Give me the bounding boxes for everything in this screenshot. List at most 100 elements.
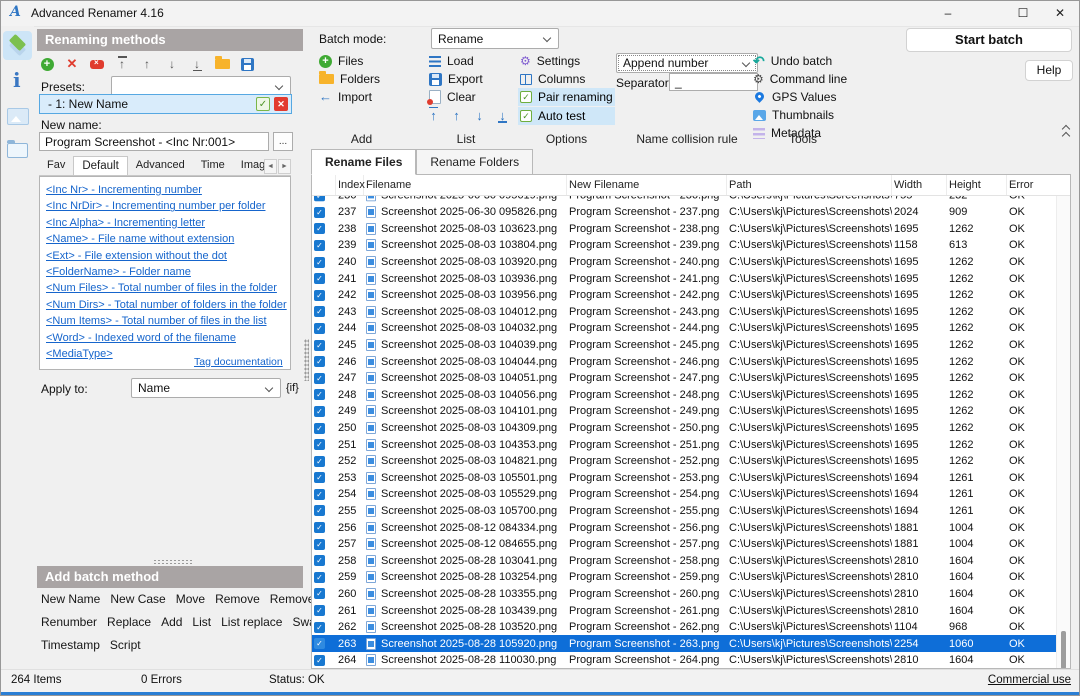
table-row[interactable]: ✓239Screenshot 2025-08-03 103804.pngProg… <box>312 237 1070 254</box>
add-method-script[interactable]: Script <box>110 638 141 652</box>
sidebar-item-methods[interactable] <box>3 31 32 60</box>
tag-link[interactable]: <Num Items> - Total number of files in t… <box>46 313 284 329</box>
row-checkbox[interactable]: ✓ <box>314 505 325 516</box>
new-name-input[interactable]: Program Screenshot - <Inc Nr:001> <box>39 132 269 151</box>
tag-tab-advanced[interactable]: Advanced <box>128 156 193 175</box>
separator-input[interactable]: _ <box>669 73 758 91</box>
column-header-new-filename[interactable]: New Filename <box>567 175 727 195</box>
tag-link[interactable]: <Word> - Indexed word of the filename <box>46 330 284 346</box>
table-row[interactable]: ✓246Screenshot 2025-08-03 104044.pngProg… <box>312 353 1070 370</box>
save-preset-button[interactable] <box>239 56 255 72</box>
table-row[interactable]: ✓260Screenshot 2025-08-28 103355.pngProg… <box>312 586 1070 603</box>
table-row[interactable]: ✓259Screenshot 2025-08-28 103254.pngProg… <box>312 569 1070 586</box>
table-row[interactable]: ✓257Screenshot 2025-08-12 084655.pngProg… <box>312 536 1070 553</box>
tag-link[interactable]: <Inc Alpha> - Incrementing letter <box>46 215 284 231</box>
table-row[interactable]: ✓244Screenshot 2025-08-03 104032.pngProg… <box>312 320 1070 337</box>
row-checkbox[interactable]: ✓ <box>314 356 325 367</box>
row-checkbox[interactable]: ✓ <box>314 655 325 666</box>
add-method-new-name[interactable]: New Name <box>41 592 100 606</box>
apply-to-select[interactable]: Name <box>131 378 281 398</box>
table-row[interactable]: ✓252Screenshot 2025-08-03 104821.pngProg… <box>312 453 1070 470</box>
info-icon[interactable]: i <box>13 70 21 90</box>
row-checkbox[interactable]: ✓ <box>314 196 325 201</box>
tab-rename-files[interactable]: Rename Files <box>311 149 416 175</box>
collapse-toolbar-icon[interactable] <box>1059 125 1073 139</box>
settings-button[interactable]: ⚙Settings <box>520 53 580 69</box>
tag-link[interactable]: <Ext> - File extension without the dot <box>46 248 284 264</box>
table-row[interactable]: ✓261Screenshot 2025-08-28 103439.pngProg… <box>312 602 1070 619</box>
presets-select[interactable] <box>111 76 291 96</box>
remove-all-methods-button[interactable] <box>89 56 105 72</box>
table-row[interactable]: ✓249Screenshot 2025-08-03 104101.pngProg… <box>312 403 1070 420</box>
add-method-list-replace[interactable]: List replace <box>221 615 282 629</box>
undo-batch-button[interactable]: ↶Undo batch <box>753 53 832 69</box>
collision-rule-select[interactable]: Append number <box>616 53 758 73</box>
vertical-splitter[interactable] <box>304 339 309 381</box>
gps-values-button[interactable]: GPS Values <box>753 89 836 105</box>
row-checkbox[interactable]: ✓ <box>314 522 325 533</box>
horizontal-splitter[interactable] <box>153 559 193 564</box>
column-header-width[interactable]: Width <box>892 175 947 195</box>
column-header-index[interactable]: Index <box>336 175 364 195</box>
table-row[interactable]: ✓253Screenshot 2025-08-03 105501.pngProg… <box>312 470 1070 487</box>
row-checkbox[interactable]: ✓ <box>314 240 325 251</box>
maximize-button[interactable]: ☐ <box>1004 1 1042 26</box>
table-row[interactable]: ✓245Screenshot 2025-08-03 104039.pngProg… <box>312 337 1070 354</box>
table-row[interactable]: ✓262Screenshot 2025-08-28 103520.pngProg… <box>312 619 1070 636</box>
table-row[interactable]: ✓254Screenshot 2025-08-03 105529.pngProg… <box>312 486 1070 503</box>
row-checkbox[interactable]: ✓ <box>314 489 325 500</box>
row-checkbox[interactable]: ✓ <box>314 389 325 400</box>
close-button[interactable]: ✕ <box>1041 1 1079 26</box>
row-checkbox[interactable]: ✓ <box>314 223 325 234</box>
row-checkbox[interactable]: ✓ <box>314 588 325 599</box>
batch-mode-select[interactable]: Rename <box>431 28 559 49</box>
row-checkbox[interactable]: ✓ <box>314 555 325 566</box>
row-checkbox[interactable]: ✓ <box>314 373 325 384</box>
add-method-renumber[interactable]: Renumber <box>41 615 97 629</box>
add-method-remove[interactable]: Remove <box>215 592 260 606</box>
move-method-down-button[interactable]: ↓ <box>164 56 180 72</box>
table-row[interactable]: ✓247Screenshot 2025-08-03 104051.pngProg… <box>312 370 1070 387</box>
column-header-filename[interactable]: Filename <box>364 175 567 195</box>
move-bottom-button[interactable]: ↓ <box>496 108 509 123</box>
load-list-button[interactable]: Load <box>429 53 474 69</box>
tag-link[interactable]: <Num Dirs> - Total number of folders in … <box>46 297 284 313</box>
table-row[interactable]: ✓251Screenshot 2025-08-03 104353.pngProg… <box>312 436 1070 453</box>
row-checkbox[interactable]: ✓ <box>314 207 325 218</box>
tag-link[interactable]: <Num Files> - Total number of files in t… <box>46 280 284 296</box>
tag-link[interactable]: <Name> - File name without extension <box>46 231 284 247</box>
row-checkbox[interactable]: ✓ <box>314 622 325 633</box>
vertical-scrollbar[interactable] <box>1056 195 1070 668</box>
row-checkbox[interactable]: ✓ <box>314 257 325 268</box>
table-row[interactable]: ✓238Screenshot 2025-08-03 103623.pngProg… <box>312 221 1070 238</box>
table-row[interactable]: ✓236Screenshot 2025-06-30 095619.pngProg… <box>312 196 1070 204</box>
columns-button[interactable]: Columns <box>520 71 585 87</box>
start-batch-button[interactable]: Start batch <box>906 28 1072 52</box>
tag-link[interactable]: <FolderName> - Folder name <box>46 264 284 280</box>
tag-documentation-link[interactable]: Tag documentation <box>194 356 283 692</box>
scrollbar-thumb[interactable] <box>1061 631 1066 669</box>
add-folders-button[interactable]: Folders <box>319 71 380 87</box>
add-method-new-case[interactable]: New Case <box>110 592 165 606</box>
method-enabled-checkbox[interactable]: ✓ <box>256 97 270 111</box>
column-header-height[interactable]: Height <box>947 175 1007 195</box>
commercial-use-link[interactable]: Commercial use <box>988 674 1071 686</box>
row-checkbox[interactable]: ✓ <box>314 638 325 649</box>
row-checkbox[interactable]: ✓ <box>314 572 325 583</box>
auto-test-checkbox[interactable]: ✓Auto test <box>518 107 615 125</box>
row-checkbox[interactable]: ✓ <box>314 456 325 467</box>
method-remove-button[interactable]: ✕ <box>274 97 288 111</box>
row-checkbox[interactable]: ✓ <box>314 323 325 334</box>
table-row[interactable]: ✓256Screenshot 2025-08-12 084334.pngProg… <box>312 519 1070 536</box>
folder-panel-icon[interactable] <box>7 143 28 158</box>
help-button[interactable]: Help <box>1025 60 1073 81</box>
move-down-button[interactable]: ↓ <box>473 108 486 123</box>
table-row[interactable]: ✓258Screenshot 2025-08-28 103041.pngProg… <box>312 552 1070 569</box>
add-method-list[interactable]: List <box>192 615 211 629</box>
image-preview-icon[interactable] <box>7 108 29 125</box>
move-method-top-button[interactable]: ↑ <box>114 56 130 72</box>
row-checkbox[interactable]: ✓ <box>314 472 325 483</box>
table-row[interactable]: ✓241Screenshot 2025-08-03 103936.pngProg… <box>312 270 1070 287</box>
add-method-add[interactable]: Add <box>161 615 182 629</box>
row-checkbox[interactable]: ✓ <box>314 423 325 434</box>
